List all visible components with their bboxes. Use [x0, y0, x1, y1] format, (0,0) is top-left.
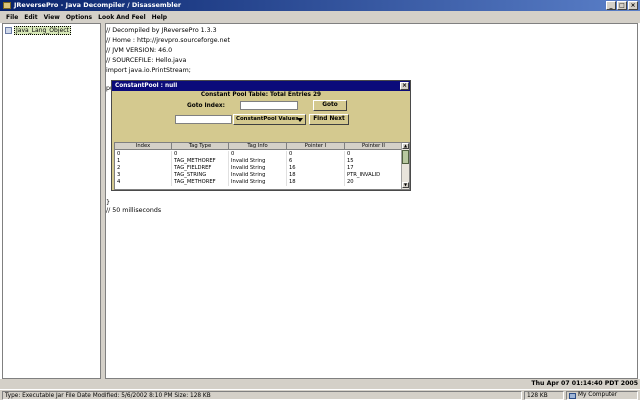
cell-pointer-ii: 17 — [345, 165, 403, 172]
column-header-pointer-i[interactable]: Pointer I — [287, 143, 345, 150]
dialog-close-icon[interactable]: × — [400, 82, 409, 90]
menu-options[interactable]: Options — [63, 14, 95, 21]
cell-tag-info: Invalid String — [229, 172, 287, 179]
cell-pointer-i: 0 — [287, 151, 345, 158]
cell-index: 4 — [115, 179, 172, 186]
menu-file[interactable]: File — [3, 14, 21, 21]
cell-index: 0 — [115, 151, 172, 158]
code-line: // JVM VERSION: 46.0 — [106, 47, 173, 54]
goto-index-input[interactable] — [240, 101, 298, 110]
cell-pointer-i: 6 — [287, 158, 345, 165]
table-row[interactable]: 4 TAG_METHOREF Invalid String 18 20 — [115, 179, 403, 186]
chevron-down-icon — [297, 118, 303, 122]
table-row[interactable]: 2 TAG_FIELDREF Invalid String 16 17 — [115, 165, 403, 172]
status-datetime: Thu Apr 07 01:14:40 PDT 2005 — [531, 380, 638, 387]
code-line: // 50 milliseconds — [106, 207, 162, 214]
window-controls: _ □ × — [606, 1, 638, 10]
cell-tag-type: TAG_STRING — [172, 172, 229, 179]
decompiled-source-view[interactable]: // Decompiled by JReversePro 1.3.3 // Ho… — [105, 23, 638, 379]
dialog-title-bar[interactable]: ConstantPool : null × — [112, 81, 410, 91]
cell-tag-info: 0 — [229, 151, 287, 158]
menu-view[interactable]: View — [41, 14, 63, 21]
class-file-icon — [5, 27, 12, 34]
scroll-up-icon[interactable]: ▲ — [402, 143, 409, 149]
explorer-status-bar: Type: Executable Jar File Date Modified:… — [0, 389, 640, 400]
cell-pointer-i: 16 — [287, 165, 345, 172]
code-line: // Home : http://jrevpro.sourceforge.net — [106, 37, 230, 44]
class-tree-panel: Java_Lang_Object — [2, 23, 101, 379]
cell-index: 2 — [115, 165, 172, 172]
table-row[interactable]: 1 TAG_METHOREF Invalid String 6 15 — [115, 158, 403, 165]
find-next-button[interactable]: Find Next — [309, 114, 349, 125]
constant-pool-dialog: ConstantPool : null × Constant Pool Tabl… — [111, 80, 411, 191]
column-header-index[interactable]: Index — [115, 143, 172, 150]
status-location-label: My Computer — [578, 392, 618, 398]
code-line: // Decompiled by JReversePro 1.3.3 — [106, 27, 217, 34]
dialog-title: ConstantPool : null — [115, 83, 178, 89]
menu-help[interactable]: Help — [149, 14, 170, 21]
cell-tag-type: TAG_METHOREF — [172, 158, 229, 165]
column-header-pointer-ii[interactable]: Pointer II — [345, 143, 403, 150]
goto-button[interactable]: Goto — [313, 100, 347, 111]
code-line: // SOURCEFILE: Hello.java — [106, 57, 187, 64]
menu-edit[interactable]: Edit — [21, 14, 40, 21]
cell-pointer-ii: PTR_INVALID — [345, 172, 403, 179]
table-vertical-scrollbar[interactable]: ▲ ▼ — [401, 143, 409, 189]
close-button[interactable]: × — [628, 1, 638, 10]
column-header-tag-info[interactable]: Tag Info — [229, 143, 287, 150]
cell-index: 3 — [115, 172, 172, 179]
status-file-size: 128 KB — [524, 391, 564, 400]
cell-index: 1 — [115, 158, 172, 165]
status-bar: Thu Apr 07 01:14:40 PDT 2005 — [0, 379, 640, 389]
cell-pointer-i: 18 — [287, 179, 345, 186]
table-header: Index Tag Type Tag Info Pointer I Pointe… — [115, 143, 403, 150]
menu-bar: File Edit View Options Look And Feel Hel… — [0, 11, 640, 23]
cell-pointer-i: 18 — [287, 172, 345, 179]
constant-pool-values-select[interactable]: ConstantPool Values — [233, 114, 306, 125]
cell-pointer-ii: 15 — [345, 158, 403, 165]
cell-tag-info: Invalid String — [229, 179, 287, 186]
maximize-button[interactable]: □ — [617, 1, 627, 10]
window-title: JReversePro - Java Decompiler / Disassem… — [14, 1, 182, 9]
status-location: My Computer — [566, 391, 638, 400]
constant-pool-table: Index Tag Type Tag Info Pointer I Pointe… — [114, 142, 410, 190]
minimize-button[interactable]: _ — [606, 1, 616, 10]
select-value: ConstantPool Values — [236, 116, 299, 122]
my-computer-icon — [569, 392, 576, 399]
tree-item-java-lang-object[interactable]: Java_Lang_Object — [5, 26, 71, 35]
cell-tag-type: 0 — [172, 151, 229, 158]
cell-pointer-ii: 0 — [345, 151, 403, 158]
table-row[interactable]: 3 TAG_STRING Invalid String 18 PTR_INVAL… — [115, 172, 403, 179]
goto-index-label: Goto Index: — [187, 103, 225, 109]
menu-look-and-feel[interactable]: Look And Feel — [95, 14, 149, 21]
column-header-tag-type[interactable]: Tag Type — [172, 143, 229, 150]
constant-pool-heading: Constant Pool Table: Total Entries 29 — [200, 92, 322, 98]
cell-tag-info: Invalid String — [229, 165, 287, 172]
search-value-input[interactable] — [175, 115, 232, 124]
cell-pointer-ii: 20 — [345, 179, 403, 186]
scroll-down-icon[interactable]: ▼ — [402, 182, 409, 188]
cell-tag-type: TAG_METHOREF — [172, 179, 229, 186]
scroll-thumb[interactable] — [402, 150, 409, 164]
code-line: import java.io.PrintStream; — [106, 67, 191, 74]
table-row[interactable]: 0 0 0 0 0 — [115, 151, 403, 158]
app-icon — [3, 2, 11, 9]
tree-item-label: Java_Lang_Object — [14, 26, 71, 35]
cell-tag-type: TAG_FIELDREF — [172, 165, 229, 172]
cell-tag-info: Invalid String — [229, 158, 287, 165]
window-title-bar: JReversePro - Java Decompiler / Disassem… — [0, 0, 640, 11]
status-file-info: Type: Executable Jar File Date Modified:… — [2, 391, 522, 400]
